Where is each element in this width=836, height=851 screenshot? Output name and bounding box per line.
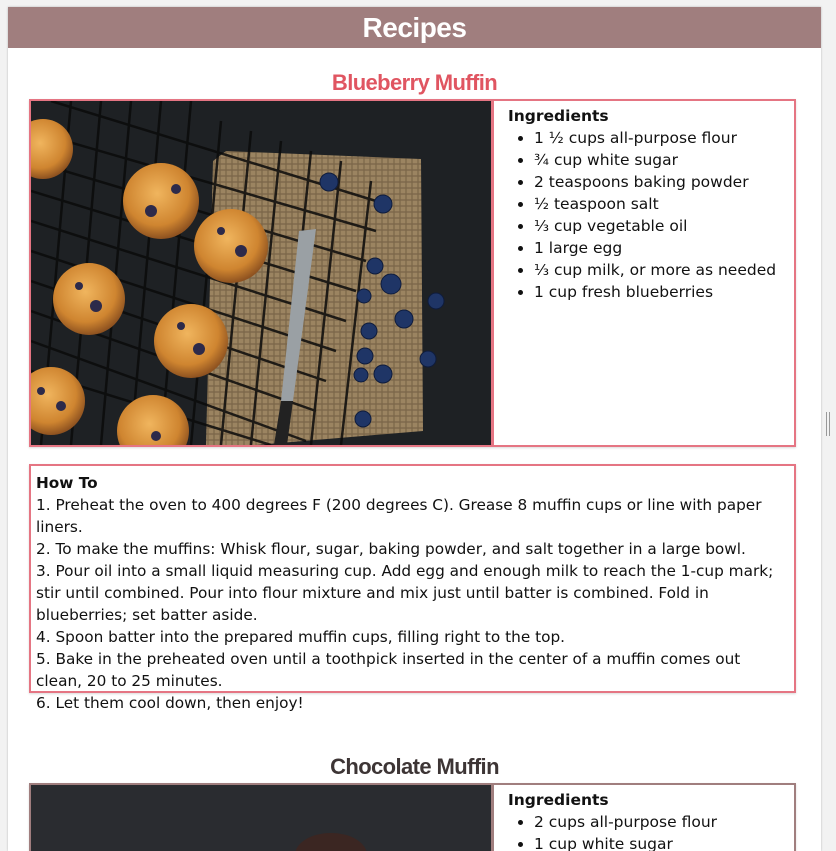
resize-handle[interactable] (826, 412, 830, 436)
howto-step: 5. Bake in the preheated oven until a to… (36, 650, 741, 690)
list-item: 2 teaspoons baking powder (534, 171, 794, 193)
recipe-card-chocolate: Ingredients 2 cups all-purpose flour 1 c… (29, 783, 796, 851)
chocolate-muffin-photo (31, 785, 491, 851)
list-item: ¾ cup white sugar (534, 149, 794, 171)
list-item: ⅓ cup vegetable oil (534, 215, 794, 237)
howto-heading: How To (36, 474, 98, 492)
ingredients-panel: Ingredients 1 ½ cups all-purpose flour ¾… (491, 101, 794, 445)
list-item: 1 ½ cups all-purpose flour (534, 127, 794, 149)
ingredients-heading: Ingredients (508, 791, 609, 809)
list-item: 1 cup fresh blueberries (534, 281, 794, 303)
blueberry-muffin-photo (31, 101, 491, 445)
list-item: ½ teaspoon salt (534, 193, 794, 215)
howto-card-blueberry: How To 1. Preheat the oven to 400 degree… (29, 464, 796, 712)
list-item: 2 cups all-purpose flour (534, 811, 794, 833)
howto-step: 1. Preheat the oven to 400 degrees F (20… (36, 496, 762, 536)
howto-step: 3. Pour oil into a small liquid measurin… (36, 562, 774, 624)
ingredients-panel: Ingredients 2 cups all-purpose flour 1 c… (491, 785, 794, 851)
recipe-title-chocolate: Chocolate Muffin (330, 754, 499, 779)
recipe-title-blueberry: Blueberry Muffin (331, 70, 498, 95)
ingredients-heading: Ingredients (508, 107, 609, 125)
ingredients-list: 1 ½ cups all-purpose flour ¾ cup white s… (508, 127, 794, 303)
recipe-card-blueberry: Ingredients 1 ½ cups all-purpose flour ¾… (29, 99, 796, 447)
page-title: Recipes (8, 7, 821, 48)
list-item: 1 large egg (534, 237, 794, 259)
howto-step: 2. To make the muffins: Whisk flour, sug… (36, 540, 746, 558)
howto-step: 6. Let them cool down, then enjoy! (36, 694, 304, 712)
ingredients-list: 2 cups all-purpose flour 1 cup white sug… (508, 811, 794, 851)
list-item: 1 cup white sugar (534, 833, 794, 851)
howto-step: 4. Spoon batter into the prepared muffin… (36, 628, 566, 646)
list-item: ⅓ cup milk, or more as needed (534, 259, 794, 281)
recipes-page: Recipes Blueberry Muffin Ingredients • 1… (8, 7, 821, 851)
